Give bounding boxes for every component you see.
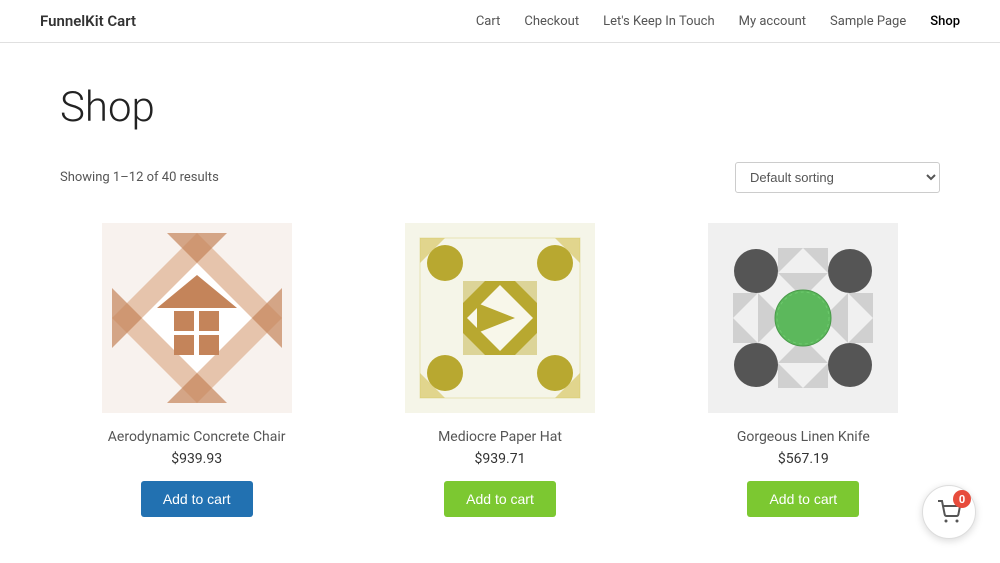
- nav-checkout[interactable]: Checkout: [524, 14, 579, 29]
- product-card-2: Mediocre Paper Hat $939.71 Add to cart: [363, 223, 636, 517]
- product-name-1[interactable]: Aerodynamic Concrete Chair: [108, 429, 286, 445]
- product-price-3: $567.19: [778, 451, 829, 467]
- nav-sample-page[interactable]: Sample Page: [830, 14, 906, 29]
- product-grid: Aerodynamic Concrete Chair $939.93 Add t…: [60, 223, 940, 517]
- product-card-1: Aerodynamic Concrete Chair $939.93 Add t…: [60, 223, 333, 517]
- shop-meta: Showing 1–12 of 40 results Default sorti…: [60, 162, 940, 193]
- sort-select[interactable]: Default sorting Sort by popularity Sort …: [735, 162, 940, 193]
- product-name-3[interactable]: Gorgeous Linen Knife: [737, 429, 870, 445]
- product-image-3: [708, 223, 898, 413]
- product-name-2[interactable]: Mediocre Paper Hat: [438, 429, 562, 445]
- site-logo[interactable]: FunnelKit Cart: [40, 12, 136, 30]
- product-price-2: $939.71: [475, 451, 526, 467]
- add-to-cart-button-1[interactable]: Add to cart: [141, 481, 253, 517]
- main-nav: Cart Checkout Let's Keep In Touch My acc…: [476, 14, 960, 29]
- product-price-1: $939.93: [171, 451, 222, 467]
- nav-my-account[interactable]: My account: [739, 14, 806, 29]
- main-content: Shop Showing 1–12 of 40 results Default …: [0, 43, 1000, 557]
- product-image-2: [405, 223, 595, 413]
- nav-cart[interactable]: Cart: [476, 14, 501, 29]
- cart-count-badge: 0: [953, 490, 971, 508]
- nav-shop[interactable]: Shop: [930, 14, 960, 29]
- add-to-cart-button-2[interactable]: Add to cart: [444, 481, 556, 517]
- add-to-cart-button-3[interactable]: Add to cart: [747, 481, 859, 517]
- nav-keep-in-touch[interactable]: Let's Keep In Touch: [603, 14, 715, 29]
- product-image-1: [102, 223, 292, 413]
- product-card-3: Gorgeous Linen Knife $567.19 Add to cart: [667, 223, 940, 517]
- site-header: FunnelKit Cart Cart Checkout Let's Keep …: [0, 0, 1000, 43]
- floating-cart-button[interactable]: 0: [922, 485, 976, 539]
- page-title: Shop: [60, 83, 940, 132]
- results-count: Showing 1–12 of 40 results: [60, 170, 219, 185]
